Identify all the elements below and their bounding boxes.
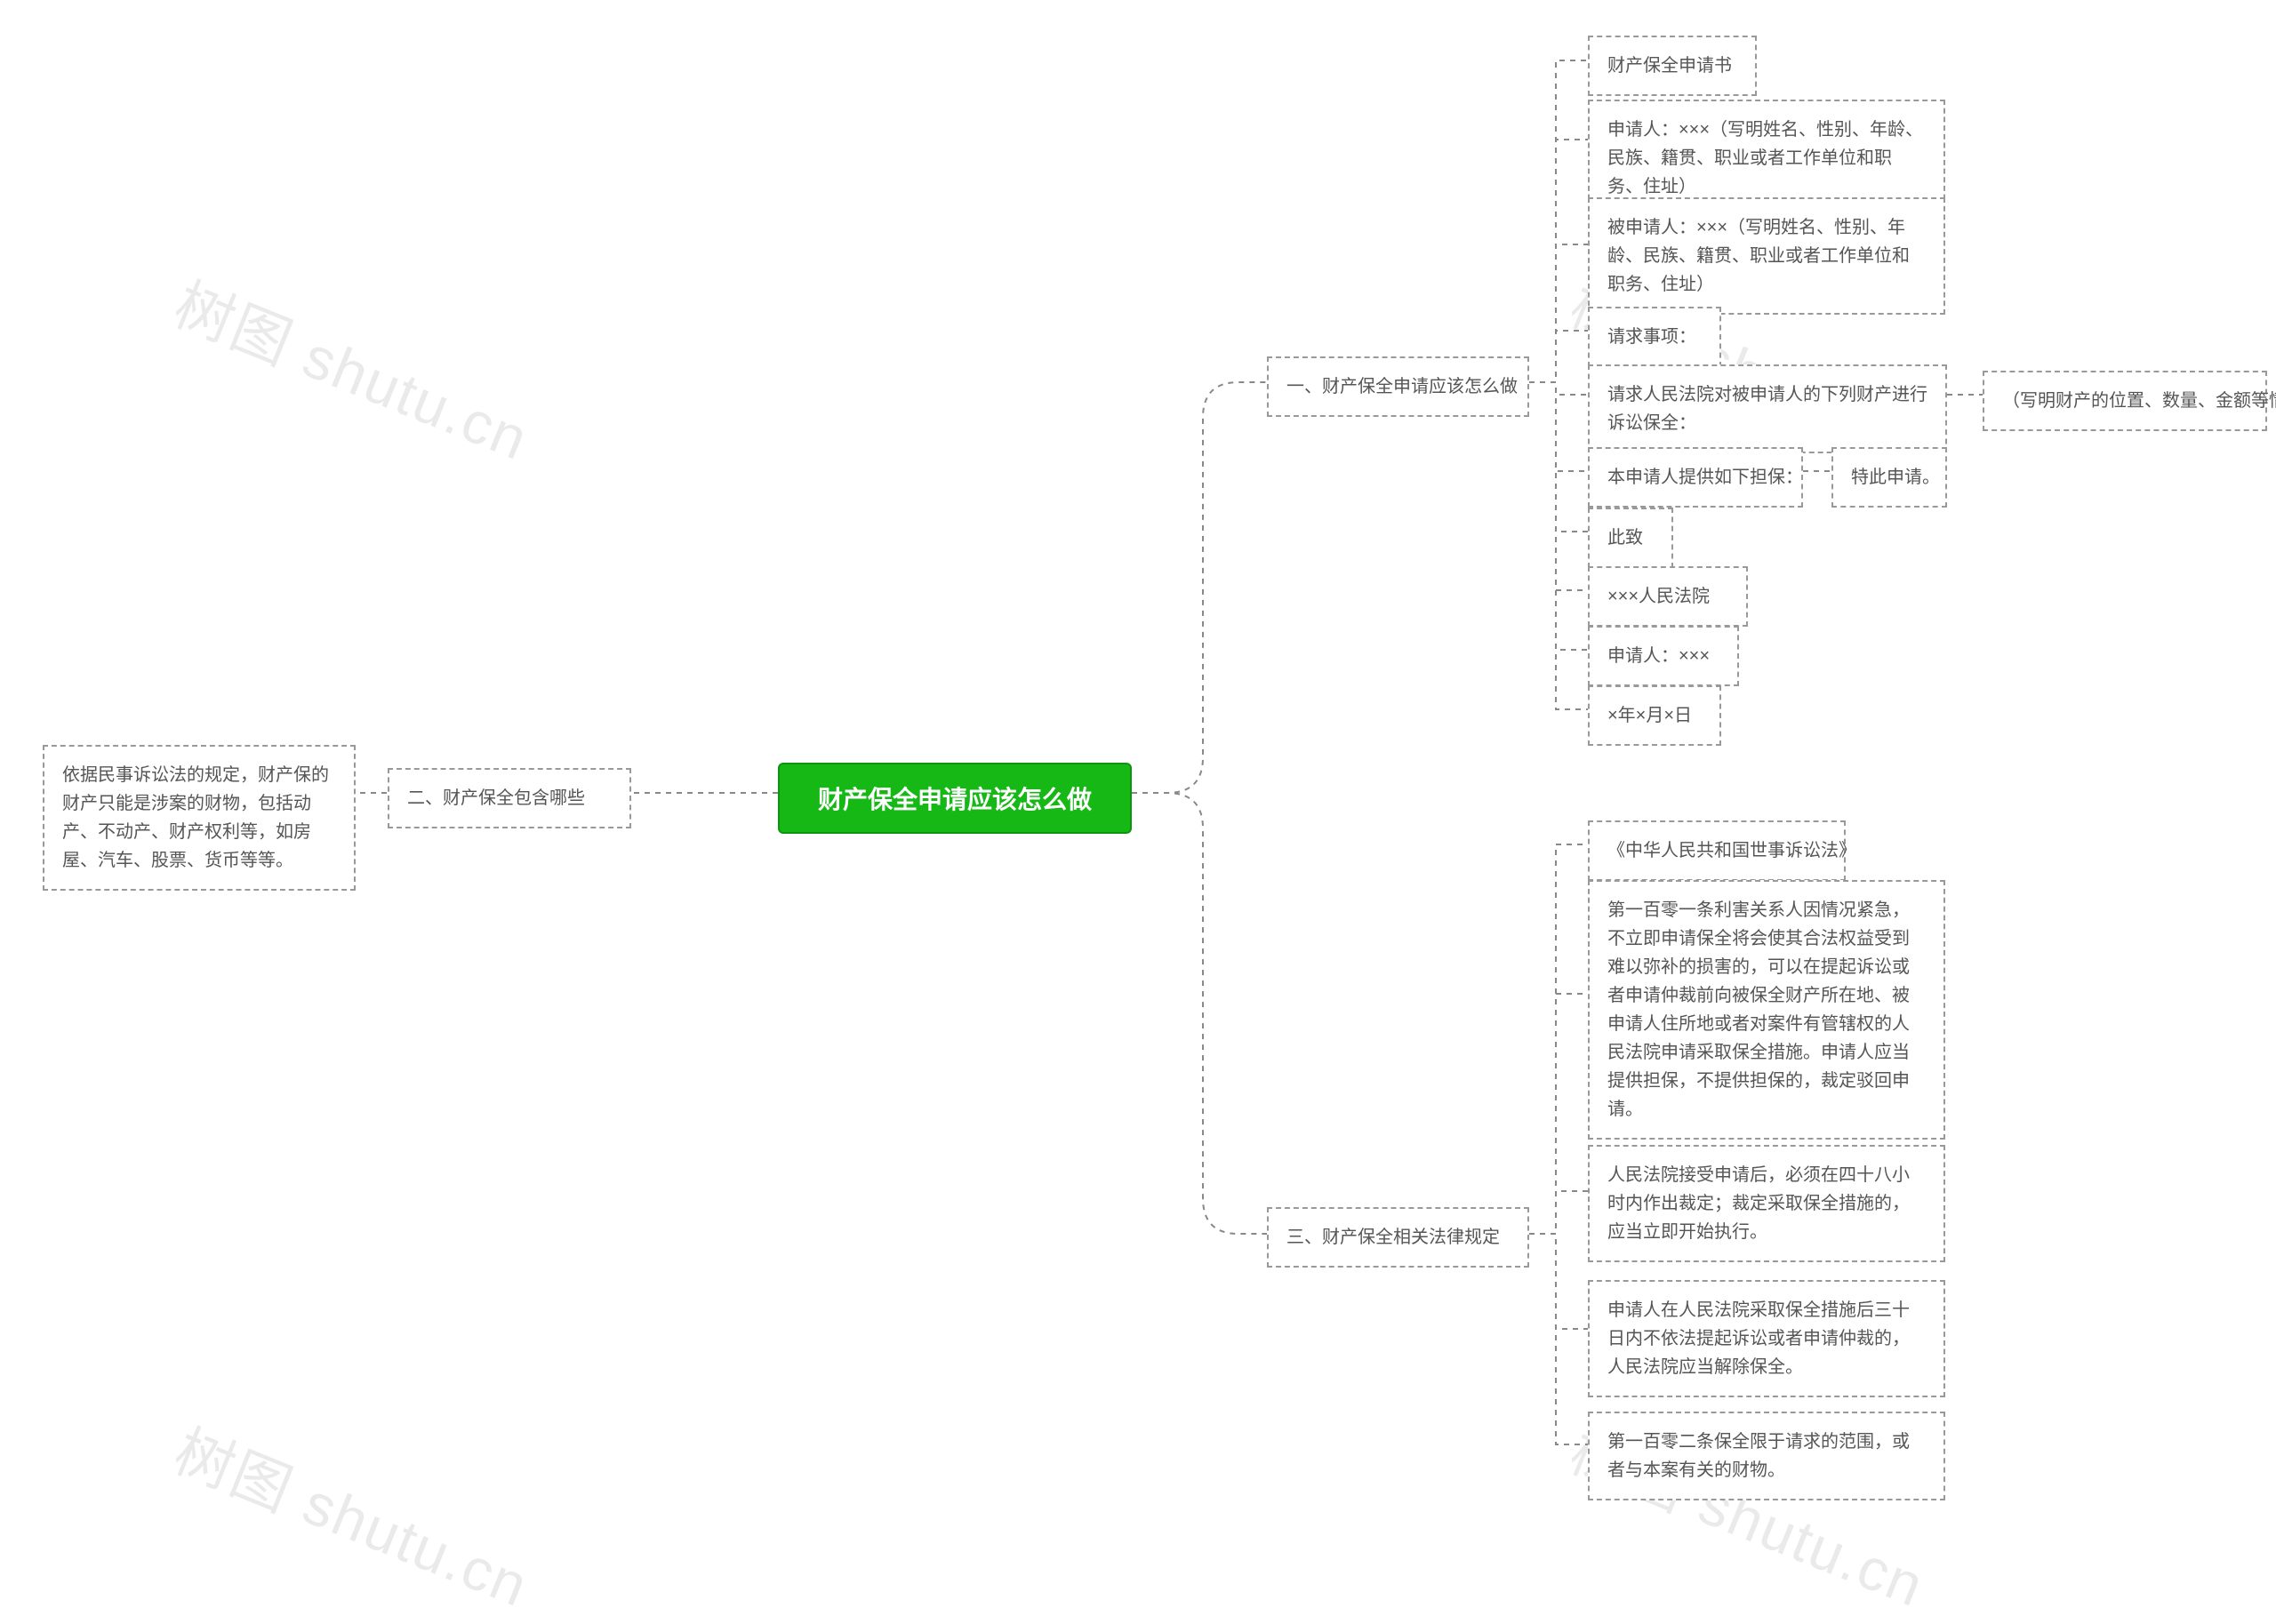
b3-item-3: 申请人在人民法院采取保全措施后三十日内不依法提起诉讼或者申请仲裁的，人民法院应当… <box>1588 1280 1945 1397</box>
b1-item-8: 申请人：××× <box>1588 626 1739 686</box>
b3-item-4: 第一百零二条保全限于请求的范围，或者与本案有关的财物。 <box>1588 1412 1945 1500</box>
b3-item-0: 《中华人民共和国世事诉讼法》 <box>1588 820 1846 881</box>
watermark: 树图 shutu.cn <box>164 258 543 477</box>
b1-item-5-extra: 特此申请。 <box>1831 447 1947 508</box>
b1-item-4-extra: （写明财产的位置、数量、金额等情况） <box>1983 371 2267 431</box>
mindmap-root: 财产保全申请应该怎么做 <box>778 763 1132 834</box>
b1-item-4: 请求人民法院对被申请人的下列财产进行诉讼保全： <box>1588 364 1947 453</box>
b1-item-0: 财产保全申请书 <box>1588 36 1757 96</box>
b1-item-5: 本申请人提供如下担保： <box>1588 447 1803 508</box>
b1-item-3: 请求事项： <box>1588 307 1721 367</box>
b3-item-2: 人民法院接受申请后，必须在四十八小时内作出裁定；裁定采取保全措施的，应当立即开始… <box>1588 1145 1945 1262</box>
b1-item-7: ×××人民法院 <box>1588 566 1748 627</box>
b3-item-1: 第一百零一条利害关系人因情况紧急，不立即申请保全将会使其合法权益受到难以弥补的损… <box>1588 880 1945 1140</box>
branch-2: 二、财产保全包含哪些 <box>388 768 631 828</box>
b1-item-6: 此致 <box>1588 508 1673 568</box>
watermark: 树图 shutu.cn <box>164 1404 543 1624</box>
branch-2-detail: 依据民事诉讼法的规定，财产保的财产只能是涉案的财物，包括动产、不动产、财产权利等… <box>43 745 356 891</box>
b1-item-9: ×年×月×日 <box>1588 685 1721 746</box>
b1-item-2: 被申请人：×××（写明姓名、性别、年龄、民族、籍贯、职业或者工作单位和职务、住址… <box>1588 197 1945 315</box>
branch-3: 三、财产保全相关法律规定 <box>1267 1207 1529 1268</box>
branch-1: 一、财产保全申请应该怎么做 <box>1267 356 1529 417</box>
